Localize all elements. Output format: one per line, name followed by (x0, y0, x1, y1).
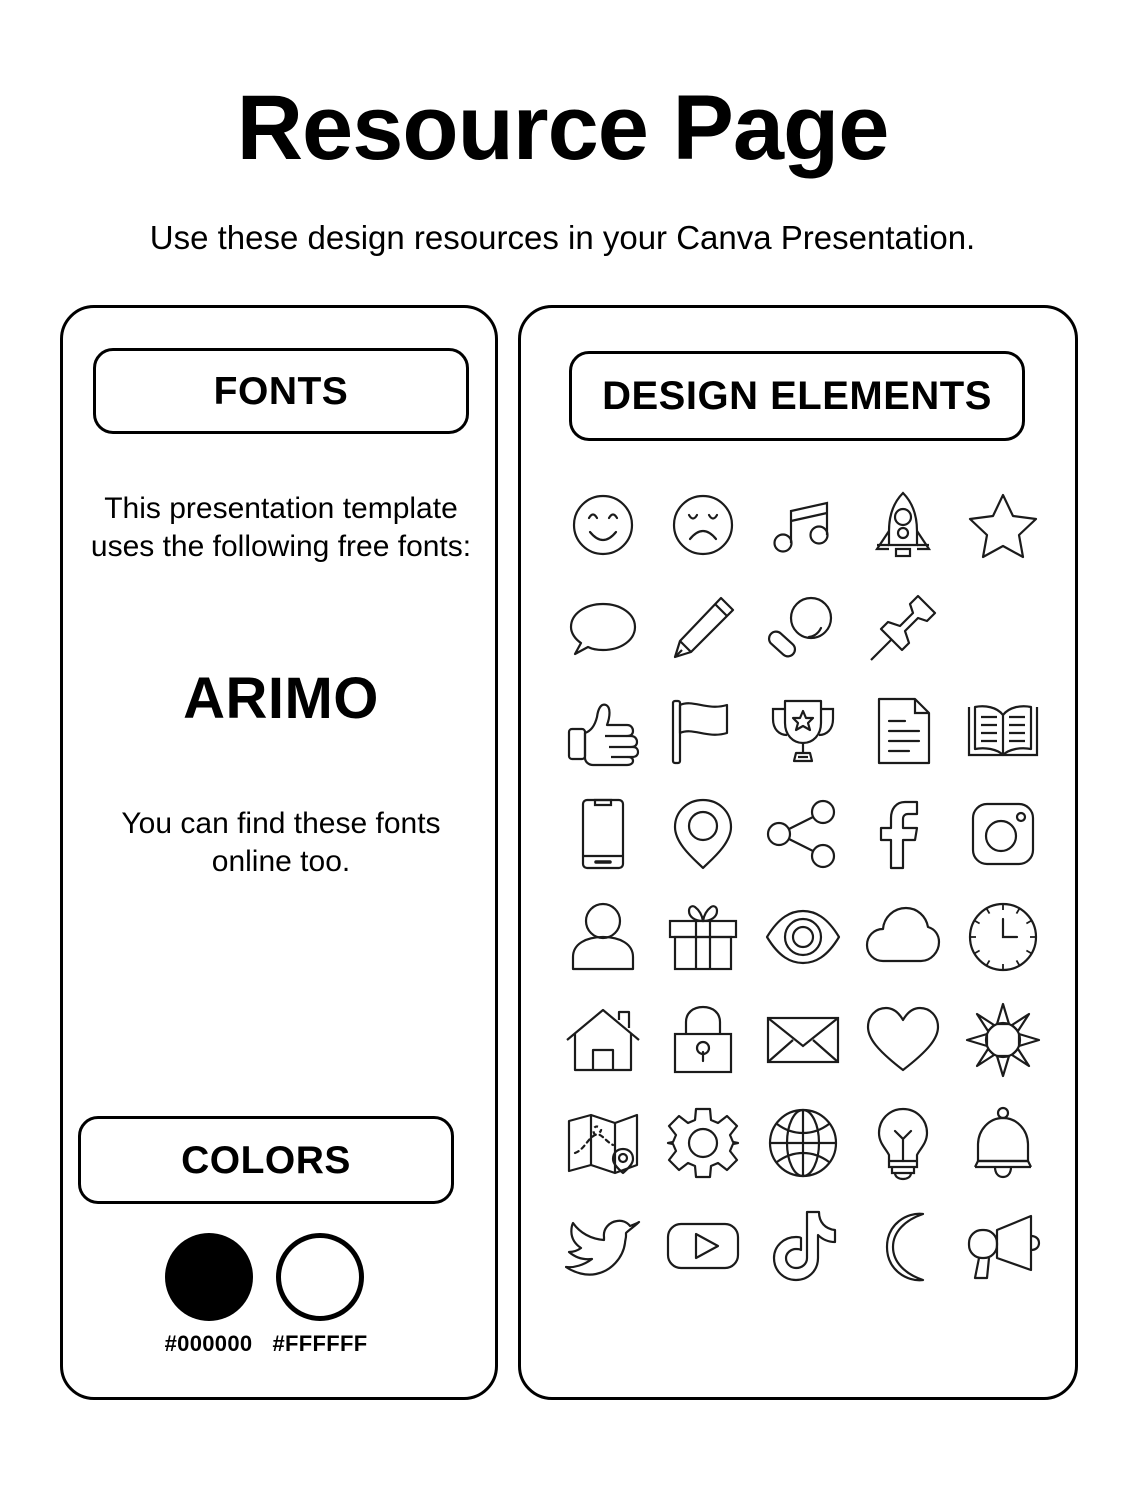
push-pin-icon[interactable] (853, 578, 953, 678)
moon-icon[interactable] (853, 1196, 953, 1296)
resource-page: Resource Page Use these design resources… (0, 0, 1125, 1500)
pencil-icon[interactable] (653, 578, 753, 678)
flag-icon[interactable] (653, 681, 753, 781)
lock-icon[interactable] (653, 990, 753, 1090)
color-swatch-dot-white (276, 1233, 364, 1321)
design-elements-card: DESIGN ELEMENTS (518, 305, 1078, 1400)
design-elements-heading-label: DESIGN ELEMENTS (602, 374, 992, 418)
fonts-intro-text: This presentation template uses the foll… (90, 492, 472, 564)
color-swatch-dot-black (164, 1233, 253, 1321)
colors-heading-label: COLORS (181, 1138, 351, 1182)
smiley-face-icon[interactable] (553, 475, 653, 575)
location-pin-icon[interactable] (653, 784, 753, 884)
gift-icon[interactable] (653, 887, 753, 987)
design-elements-icon-grid (553, 473, 1049, 1297)
map-icon[interactable] (553, 1093, 653, 1193)
color-swatch-label-black: #000000 (164, 1331, 253, 1356)
rocket-icon[interactable] (853, 475, 953, 575)
font-name-label: ARIMO (183, 666, 379, 731)
smartphone-icon[interactable] (553, 784, 653, 884)
clock-icon[interactable] (953, 887, 1053, 987)
house-icon[interactable] (553, 990, 653, 1090)
open-book-icon[interactable] (953, 681, 1053, 781)
fonts-colors-card: FONTS This presentation template uses th… (60, 305, 498, 1400)
star-icon[interactable] (953, 475, 1053, 575)
document-icon[interactable] (853, 681, 953, 781)
globe-icon[interactable] (753, 1093, 853, 1193)
eye-icon[interactable] (753, 887, 853, 987)
heart-icon[interactable] (853, 990, 953, 1090)
page-subtitle: Use these design resources in your Canva… (149, 219, 976, 256)
colors-heading-pill: COLORS (78, 1116, 454, 1204)
color-swatch-label-white: #FFFFFF (272, 1331, 368, 1356)
twitter-icon[interactable] (553, 1196, 653, 1296)
sad-face-icon[interactable] (653, 475, 753, 575)
speech-bubble-icon[interactable] (553, 578, 653, 678)
page-title: Resource Page (236, 77, 890, 179)
color-swatch-list: #000000 #FFFFFF (78, 1233, 454, 1357)
fonts-heading-pill: FONTS (93, 348, 469, 434)
envelope-icon[interactable] (753, 990, 853, 1090)
bell-icon[interactable] (953, 1093, 1053, 1193)
cloud-icon[interactable] (853, 887, 953, 987)
music-note-icon[interactable] (753, 475, 853, 575)
facebook-icon[interactable] (853, 784, 953, 884)
color-swatch: #FFFFFF (273, 1233, 368, 1357)
instagram-icon[interactable] (953, 784, 1053, 884)
user-icon[interactable] (553, 887, 653, 987)
magnifying-glass-icon[interactable] (753, 578, 853, 678)
fonts-heading-label: FONTS (213, 369, 349, 413)
fonts-outro-text: You can find these fonts online too. (121, 807, 441, 879)
tiktok-icon[interactable] (753, 1196, 853, 1296)
sun-icon[interactable] (953, 990, 1053, 1090)
share-icon[interactable] (753, 784, 853, 884)
youtube-icon[interactable] (653, 1196, 753, 1296)
design-elements-heading-pill: DESIGN ELEMENTS (569, 351, 1025, 441)
color-swatch: #000000 (164, 1233, 253, 1357)
thumbs-up-icon[interactable] (553, 681, 653, 781)
lightbulb-icon[interactable] (853, 1093, 953, 1193)
megaphone-icon[interactable] (953, 1196, 1053, 1296)
gear-icon[interactable] (653, 1093, 753, 1193)
trophy-icon[interactable] (753, 681, 853, 781)
